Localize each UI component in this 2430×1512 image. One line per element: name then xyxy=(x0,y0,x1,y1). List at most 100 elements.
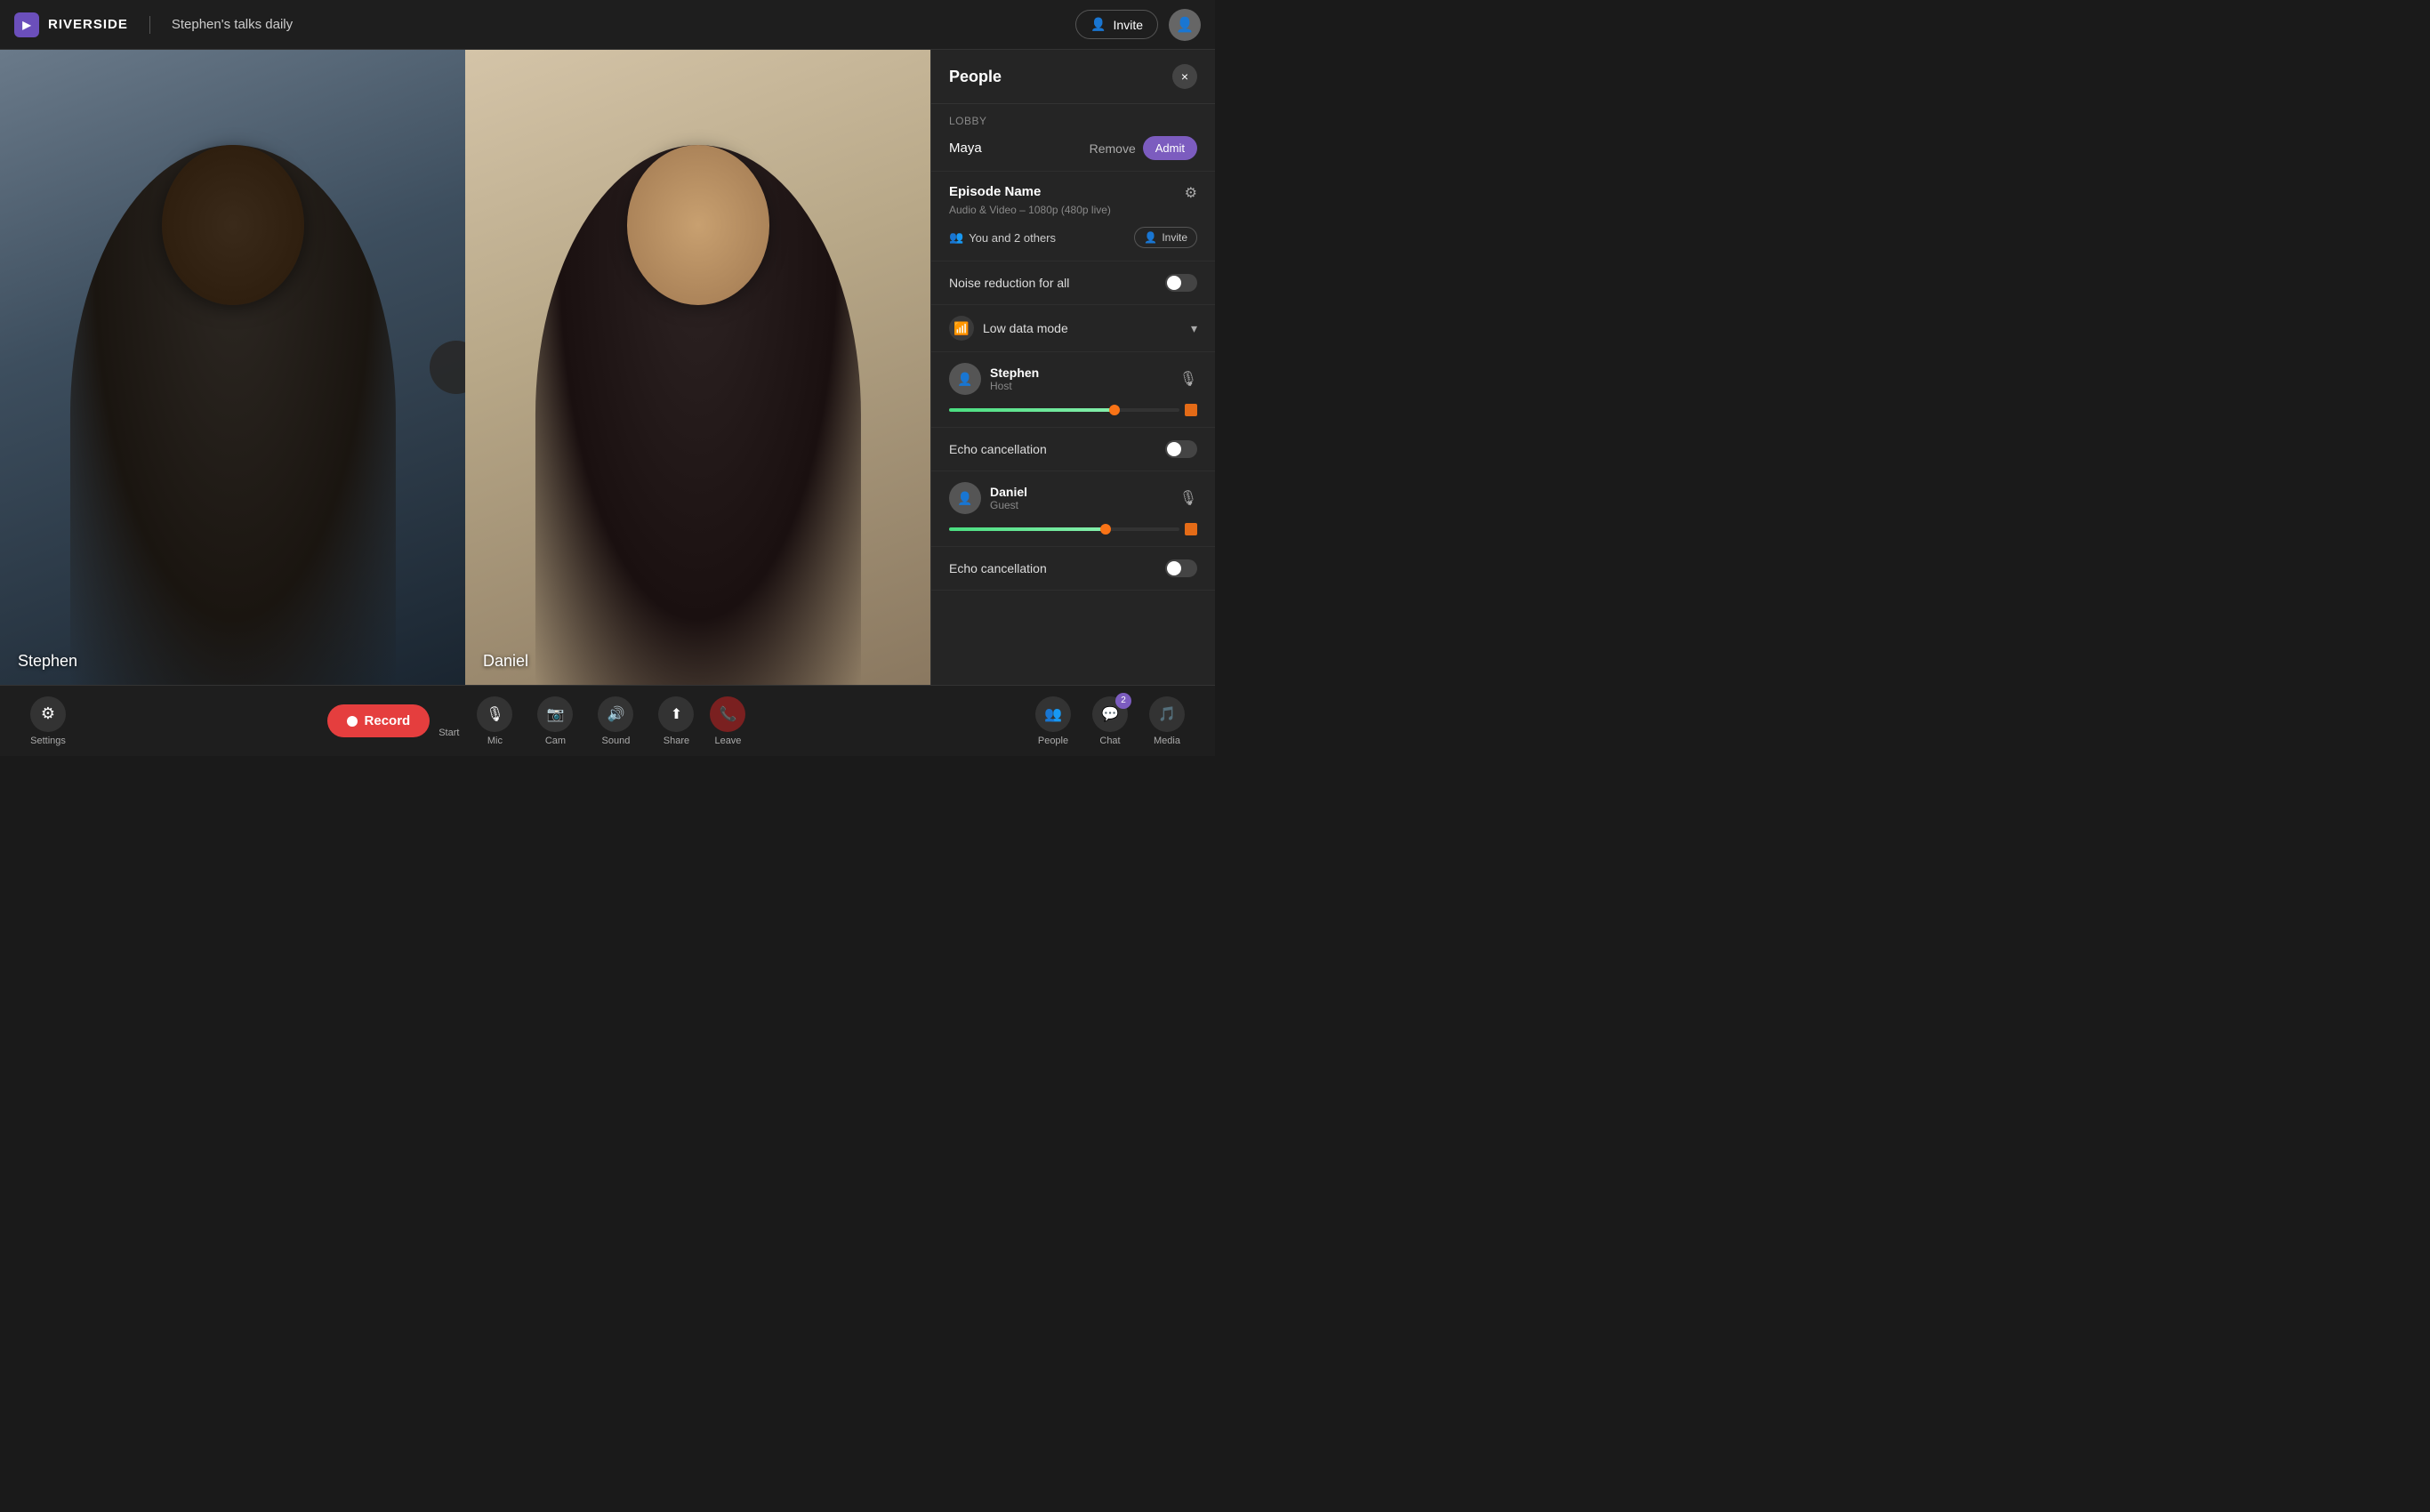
viewers-icon: 👥 xyxy=(949,230,963,245)
daniel-volume-indicator xyxy=(1185,523,1197,535)
low-data-row[interactable]: 📶 Low data mode ▾ xyxy=(931,305,1215,352)
start-label-area: Start xyxy=(439,704,459,738)
start-label: Start xyxy=(439,728,459,738)
face-right xyxy=(627,145,769,305)
stephen-audio-bar-container xyxy=(949,404,1197,416)
toolbar: ⚙ Settings Record Start 🎙 Mic 📷 Cam 🔊 So… xyxy=(0,685,1215,756)
chevron-down-icon: ▾ xyxy=(1191,321,1197,336)
media-icon: 🎵 xyxy=(1149,696,1185,732)
echo-cancellation-toggle[interactable] xyxy=(1165,440,1197,458)
close-icon: × xyxy=(1181,69,1188,84)
invite-small-button[interactable]: 👤 Invite xyxy=(1134,227,1197,248)
logo-icon: ▶ xyxy=(14,12,39,37)
gear-button[interactable]: ⚙ xyxy=(1185,184,1197,202)
stephen-audio-slider[interactable] xyxy=(949,408,1179,412)
episode-row: Episode Name ⚙ xyxy=(949,184,1197,202)
header-divider xyxy=(149,16,150,34)
settings-button[interactable]: ⚙ Settings xyxy=(30,696,66,746)
right-panel: People × Lobby Maya Remove Admit xyxy=(930,50,1215,685)
noise-reduction-row: Noise reduction for all xyxy=(931,261,1215,305)
invite-icon: 👤 xyxy=(1090,17,1106,32)
echo-cancellation2-toggle[interactable] xyxy=(1165,559,1197,577)
stephen-role: Host xyxy=(990,380,1171,392)
chat-icon-wrapper: 💬 2 xyxy=(1092,696,1128,732)
daniel-audio-slider[interactable] xyxy=(949,527,1179,531)
toolbar-center: Record Start 🎙 Mic 📷 Cam 🔊 Sound ⬆ Share… xyxy=(75,693,998,750)
stephen-audio-fill xyxy=(949,408,1114,412)
leave-button-area[interactable]: 📞 Leave xyxy=(710,696,745,746)
stephen-info: Stephen Host xyxy=(990,366,1171,392)
media-label: Media xyxy=(1154,736,1180,746)
toggle-knob xyxy=(1167,276,1181,290)
stephen-mic-button[interactable]: 🎙 xyxy=(1179,370,1197,388)
record-label: Record xyxy=(365,713,411,728)
session-title: Stephen's talks daily xyxy=(172,17,293,32)
sound-label: Sound xyxy=(602,736,631,746)
stephen-audio-thumb[interactable] xyxy=(1109,405,1120,415)
daniel-name: Daniel xyxy=(990,485,1171,499)
lobby-label: Lobby xyxy=(949,115,1197,127)
name-label-daniel: Daniel xyxy=(483,652,528,671)
echo-cancellation-stephen-row: Echo cancellation xyxy=(931,428,1215,471)
noise-reduction-label: Noise reduction for all xyxy=(949,276,1069,290)
leave-icon: 📞 xyxy=(710,696,745,732)
settings-label: Settings xyxy=(30,736,66,746)
participants-label: You and 2 others xyxy=(969,231,1056,245)
daniel-person-top: 👤 Daniel Guest 🎙 xyxy=(949,482,1197,514)
lobby-section: Lobby Maya Remove Admit xyxy=(931,104,1215,172)
episode-section: Episode Name ⚙ Audio & Video – 1080p (48… xyxy=(931,172,1215,261)
mic-icon: 🎙 xyxy=(477,696,512,732)
echo-cancellation-daniel-row: Echo cancellation xyxy=(931,547,1215,591)
lobby-user-row: Maya Remove Admit xyxy=(949,136,1197,160)
stephen-avatar: 👤 xyxy=(949,363,981,395)
daniel-audio-fill xyxy=(949,527,1106,531)
chat-button[interactable]: 💬 2 Chat xyxy=(1083,693,1137,750)
face-left xyxy=(162,145,304,305)
daniel-audio-bar-container xyxy=(949,523,1197,535)
leave-label: Leave xyxy=(714,736,741,746)
share-button[interactable]: ⬆ Share xyxy=(649,693,703,750)
invite-button[interactable]: 👤 Invite xyxy=(1075,10,1158,39)
invite-small-label: Invite xyxy=(1162,231,1187,244)
echo-cancellation-label: Echo cancellation xyxy=(949,442,1047,456)
stephen-volume-indicator xyxy=(1185,404,1197,416)
lobby-user-name: Maya xyxy=(949,141,982,156)
video-grid: Stephen Daniel xyxy=(0,50,930,685)
stephen-person-top: 👤 Stephen Host 🎙 xyxy=(949,363,1197,395)
daniel-audio-thumb[interactable] xyxy=(1100,524,1111,535)
daniel-audio-row: 👤 Daniel Guest 🎙 xyxy=(931,471,1215,547)
logo-area: ▶ RIVERSIDE Stephen's talks daily xyxy=(14,12,293,37)
cam-label: Cam xyxy=(545,736,566,746)
chat-badge: 2 xyxy=(1115,693,1131,709)
invite-label: Invite xyxy=(1114,18,1143,32)
video-tile-daniel: Daniel xyxy=(465,50,930,685)
mic-button[interactable]: 🎙 Mic xyxy=(468,693,521,750)
name-label-stephen: Stephen xyxy=(18,652,77,671)
viewers-info: 👥 You and 2 others xyxy=(949,230,1056,245)
episode-name: Episode Name xyxy=(949,184,1041,199)
lobby-actions: Remove Admit xyxy=(1090,136,1197,160)
noise-reduction-toggle[interactable] xyxy=(1165,274,1197,292)
share-icon: ⬆ xyxy=(658,696,694,732)
echo-cancellation2-label: Echo cancellation xyxy=(949,561,1047,575)
panel-header: People × xyxy=(931,50,1215,104)
people-button[interactable]: 👥 People xyxy=(1026,693,1080,750)
low-data-label: Low data mode xyxy=(983,321,1068,335)
media-button[interactable]: 🎵 Media xyxy=(1140,693,1194,750)
stephen-name: Stephen xyxy=(990,366,1171,380)
daniel-role: Guest xyxy=(990,499,1171,511)
panel-title: People xyxy=(949,68,1002,86)
daniel-mic-button[interactable]: 🎙 xyxy=(1179,489,1197,507)
cam-button[interactable]: 📷 Cam xyxy=(528,693,582,750)
record-button[interactable]: Record xyxy=(327,704,430,737)
toolbar-right: 👥 People 💬 2 Chat 🎵 Media xyxy=(998,693,1194,750)
low-data-icon: 📶 xyxy=(949,316,974,341)
remove-button[interactable]: Remove xyxy=(1090,141,1136,156)
daniel-info: Daniel Guest xyxy=(990,485,1171,511)
record-dot xyxy=(347,716,358,727)
logo-text: RIVERSIDE xyxy=(48,17,128,32)
people-label: People xyxy=(1038,736,1068,746)
admit-button[interactable]: Admit xyxy=(1143,136,1197,160)
sound-button[interactable]: 🔊 Sound xyxy=(589,693,642,750)
close-panel-button[interactable]: × xyxy=(1172,64,1197,89)
